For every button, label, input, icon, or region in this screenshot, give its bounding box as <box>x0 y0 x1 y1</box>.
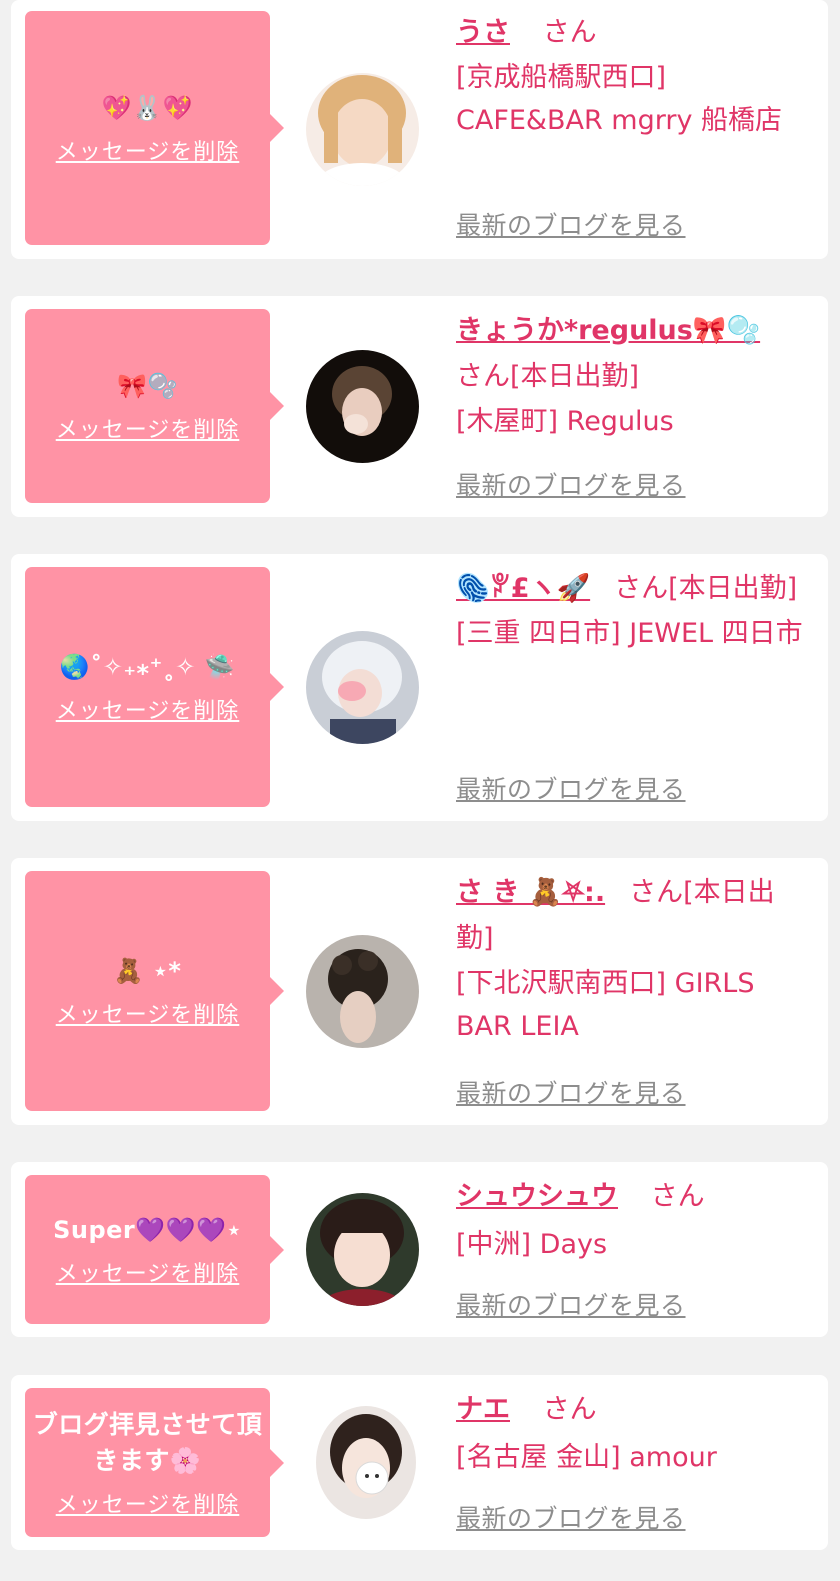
avatar-image <box>306 935 419 1048</box>
avatar[interactable] <box>306 935 419 1048</box>
list-item: 🌏˚✧₊⁎⁺˳✧ 🛸 メッセージを削除 🫆ꐕ£ヽ🚀 さん[本日出勤] [三重 四日… <box>11 554 828 821</box>
shop-name: [京成船橋駅西口] CAFE&BAR mgrry 船橋店 <box>456 62 783 136</box>
delete-message-link[interactable]: メッセージを削除 <box>56 997 240 1029</box>
message-text: Super💜💜💜⋆ <box>53 1215 242 1244</box>
shop-name: [下北沢駅南西口] GIRLS BAR LEIA <box>456 968 755 1042</box>
list-item: 💖🐰💖 メッセージを削除 うさ さん [京成船橋駅西口] CAFE&BAR mg… <box>11 0 828 259</box>
avatar-image <box>306 1193 419 1306</box>
shop-name: [中洲] Days <box>456 1229 608 1260</box>
message-text: 💖🐰💖 <box>101 94 194 122</box>
latest-blog-link[interactable]: 最新のブログを見る <box>456 1286 686 1322</box>
latest-blog-link[interactable]: 最新のブログを見る <box>456 1499 686 1535</box>
honorific: さん <box>542 17 597 48</box>
shop-name: [三重 四日市] JEWEL 四日市 <box>456 618 803 649</box>
latest-blog-link[interactable]: 最新のブログを見る <box>456 466 686 502</box>
girl-info: シュウシュウ さん [中洲] Days <box>456 1174 810 1266</box>
delete-message-link[interactable]: メッセージを削除 <box>56 693 240 725</box>
message-text: 🧸 ⋆* <box>113 957 182 985</box>
girl-info: うさ さん [京成船橋駅西口] CAFE&BAR mgrry 船橋店 <box>456 10 810 142</box>
girl-name-link[interactable]: ナエ <box>456 1394 510 1425</box>
avatar[interactable] <box>306 631 419 744</box>
girl-info: ナエ さん [名古屋 金山] amour <box>456 1387 810 1479</box>
message-bubble: ブログ拝見させて頂きます🌸 メッセージを削除 <box>25 1388 284 1537</box>
message-text: 🎀🫧 <box>117 372 178 400</box>
avatar[interactable] <box>306 1193 419 1306</box>
honorific: さん <box>614 573 669 604</box>
avatar[interactable] <box>306 73 419 186</box>
delete-message-link[interactable]: メッセージを削除 <box>56 412 240 444</box>
message-bubble: 🌏˚✧₊⁎⁺˳✧ 🛸 メッセージを削除 <box>25 567 284 807</box>
message-text: 🌏˚✧₊⁎⁺˳✧ 🛸 <box>59 653 236 681</box>
message-bubble: 🧸 ⋆* メッセージを削除 <box>25 871 284 1111</box>
honorific: さん <box>629 877 684 908</box>
shop-name: [名古屋 金山] amour <box>456 1442 717 1473</box>
girl-info: 🫆ꐕ£ヽ🚀 さん[本日出勤] [三重 四日市] JEWEL 四日市 <box>456 566 810 655</box>
message-bubble: 💖🐰💖 メッセージを削除 <box>25 11 284 245</box>
delete-message-link[interactable]: メッセージを削除 <box>56 134 240 166</box>
girl-info: さ き 🧸⛧:. さん[本日出勤] [下北沢駅南西口] GIRLS BAR LEI… <box>456 870 810 1048</box>
list-item: Super💜💜💜⋆ メッセージを削除 シュウシュウ さん [中洲] Days 最… <box>11 1162 828 1337</box>
girl-name-link[interactable]: きょうか*regulus🎀🫧 <box>456 315 760 346</box>
avatar-image <box>306 631 419 744</box>
attendance-tag: [本日出勤] <box>668 573 798 604</box>
list-item: 🧸 ⋆* メッセージを削除 さ き 🧸⛧:. さん[本日出勤] [下北沢駅南西口]… <box>11 858 828 1125</box>
avatar-image <box>306 73 419 186</box>
message-text: ブログ拝見させて頂きます🌸 <box>32 1409 263 1475</box>
avatar-image <box>316 1406 416 1519</box>
latest-blog-link[interactable]: 最新のブログを見る <box>456 770 686 806</box>
list-item: ブログ拝見させて頂きます🌸 メッセージを削除 ナエ さん [名古屋 金山] am… <box>11 1375 828 1550</box>
message-bubble: Super💜💜💜⋆ メッセージを削除 <box>25 1175 284 1324</box>
honorific: さん <box>542 1394 597 1425</box>
delete-message-link[interactable]: メッセージを削除 <box>56 1487 240 1519</box>
avatar[interactable] <box>306 350 419 463</box>
list-item: 🎀🫧 メッセージを削除 きょうか*regulus🎀🫧 さん[本日出勤] [木屋町… <box>11 296 828 517</box>
avatar-image <box>306 350 419 463</box>
girl-info: きょうか*regulus🎀🫧 さん[本日出勤] [木屋町] Regulus <box>456 308 810 443</box>
girl-name-link[interactable]: うさ <box>456 17 510 48</box>
latest-blog-link[interactable]: 最新のブログを見る <box>456 206 686 242</box>
girl-name-link[interactable]: シュウシュウ <box>456 1181 618 1212</box>
avatar[interactable] <box>316 1406 416 1519</box>
girl-name-link[interactable]: さ き 🧸⛧:. <box>456 877 605 908</box>
shop-name: [木屋町] Regulus <box>456 406 674 437</box>
honorific: さん <box>456 361 510 392</box>
girl-name-link[interactable]: 🫆ꐕ£ヽ🚀 <box>456 573 590 604</box>
attendance-tag: [本日出勤] <box>510 361 640 392</box>
delete-message-link[interactable]: メッセージを削除 <box>56 1256 240 1288</box>
latest-blog-link[interactable]: 最新のブログを見る <box>456 1074 686 1110</box>
honorific: さん <box>650 1181 705 1212</box>
message-bubble: 🎀🫧 メッセージを削除 <box>25 309 284 503</box>
